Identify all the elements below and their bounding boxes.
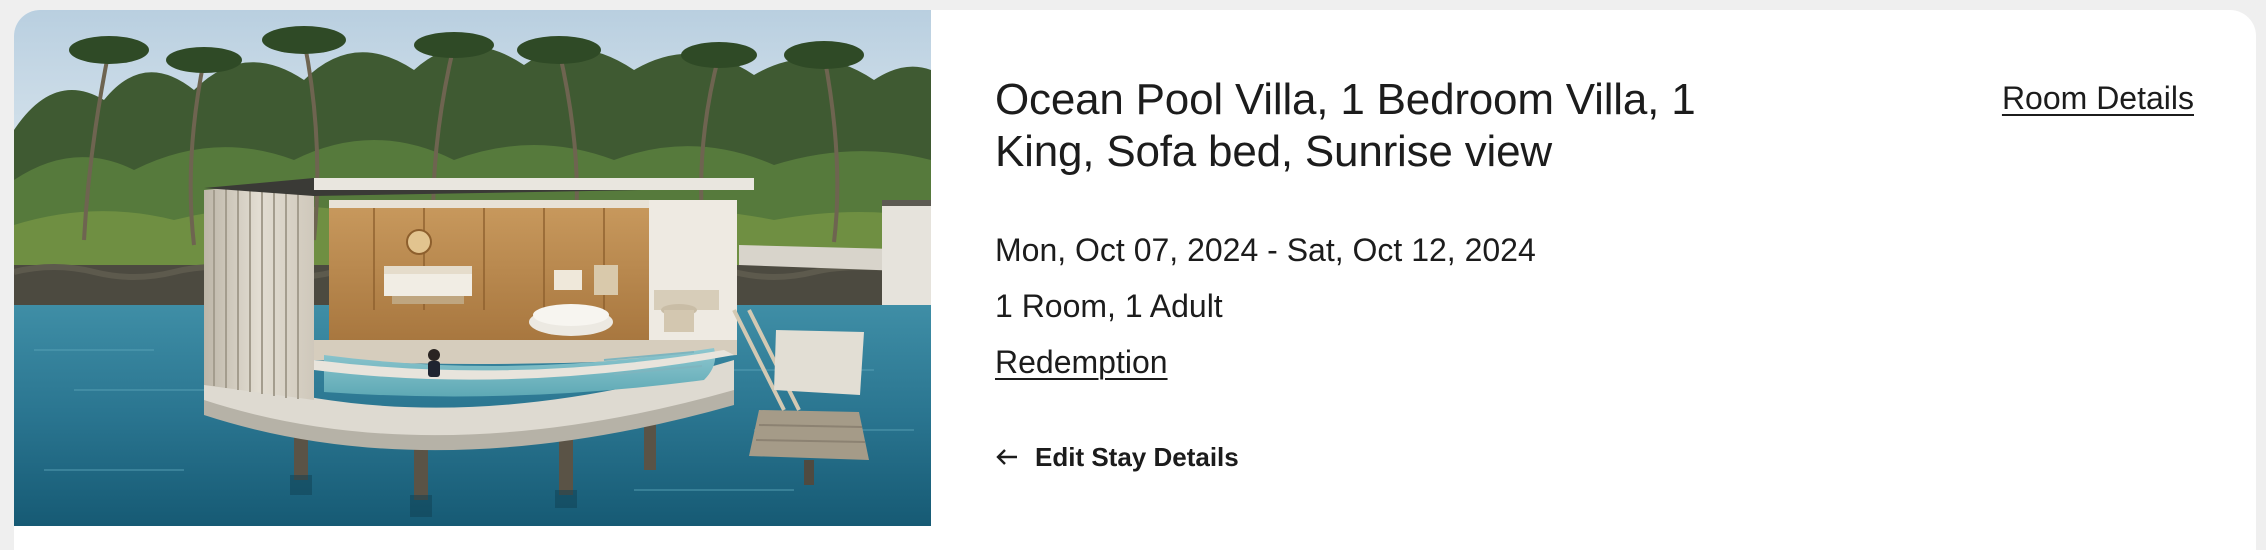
room-summary-card: Ocean Pool Villa, 1 Bedroom Villa, 1 Kin…: [14, 10, 2256, 550]
room-details-link[interactable]: Room Details: [2002, 79, 2194, 117]
room-photo: [14, 10, 931, 526]
edit-stay-details-label: Edit Stay Details: [1035, 442, 1239, 472]
room-occupancy: 1 Room, 1 Adult: [995, 288, 1223, 324]
rate-type-link[interactable]: Redemption: [995, 342, 1168, 382]
arrow-left-icon: [996, 449, 1017, 465]
card-footer-strip: [14, 526, 2256, 550]
room-title: Ocean Pool Villa, 1 Bedroom Villa, 1 Kin…: [995, 75, 1696, 176]
edit-stay-details-button[interactable]: Edit Stay Details: [995, 440, 1239, 474]
stay-dates: Mon, Oct 07, 2024 - Sat, Oct 12, 2024: [995, 232, 1536, 268]
room-info-panel: Ocean Pool Villa, 1 Bedroom Villa, 1 Kin…: [995, 10, 2256, 550]
